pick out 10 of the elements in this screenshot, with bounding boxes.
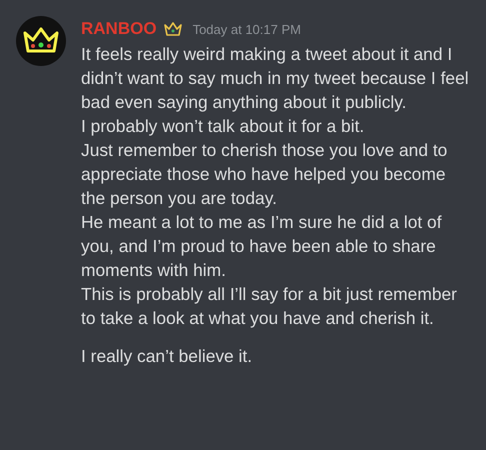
message-text: I really can’t believe it. [81, 345, 254, 368]
message-text: I probably won’t talk about it for a bit. [81, 115, 366, 138]
message-text: It feels really weird making a tweet about it and I didn’t want to say much in my tweet because I feel bad even saying anything about it publicly. [81, 43, 470, 114]
timestamp: Today at 10:17 PM [192, 22, 301, 36]
message-text: He meant a lot to me as I’m sure he did a lot of you, and I’m proud to have been able to share moments with him. [81, 211, 443, 282]
avatar[interactable] [16, 16, 66, 66]
crown-icon [162, 21, 183, 37]
message-text: Just remember to cherish those you love and to appreciate those who have helped you become the person you are today. [81, 139, 448, 210]
message-text: This is probably all I’ll say for a bit just remember to take a look at what you have and cherish it. [81, 283, 458, 330]
username[interactable]: RANBOO [81, 19, 157, 39]
